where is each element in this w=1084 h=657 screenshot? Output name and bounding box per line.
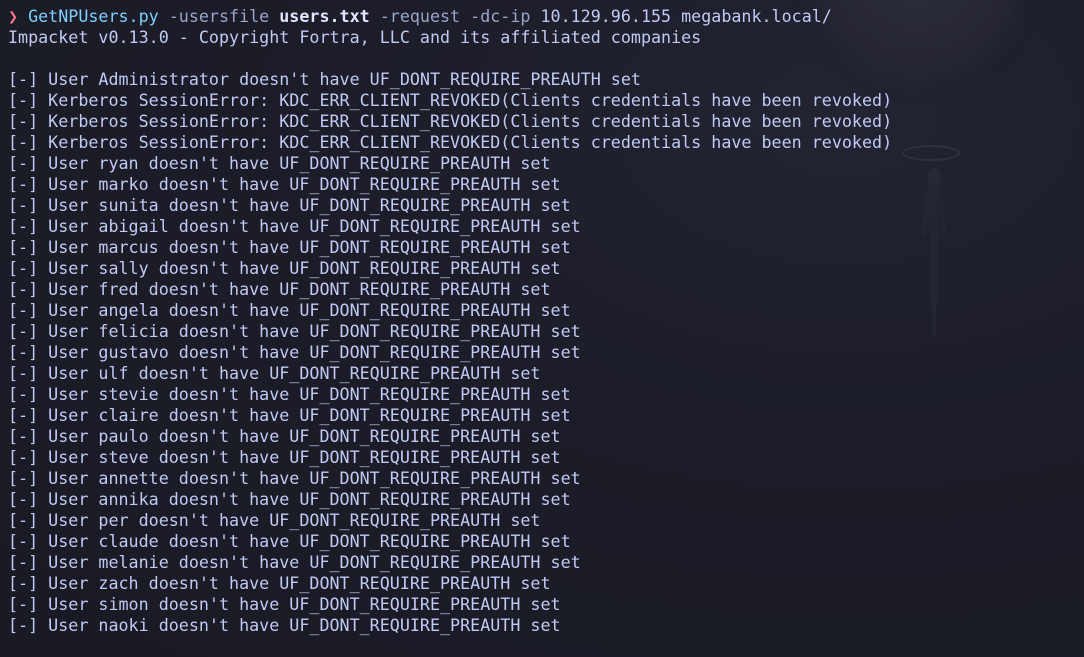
terminal-output: ❯ GetNPUsers.py -usersfile users.txt -re…: [8, 6, 892, 636]
output-line: [-] User felicia doesn't have UF_DONT_RE…: [8, 321, 581, 341]
output-line: [-] User marko doesn't have UF_DONT_REQU…: [8, 174, 561, 194]
output-line: [-] User marcus doesn't have UF_DONT_REQ…: [8, 237, 571, 257]
command-flag: -request: [379, 6, 461, 26]
output-line: [-] User steve doesn't have UF_DONT_REQU…: [8, 447, 561, 467]
output-line: [-] User gustavo doesn't have UF_DONT_RE…: [8, 342, 581, 362]
output-line: [-] User simon doesn't have UF_DONT_REQU…: [8, 594, 561, 614]
output-line: [-] User zach doesn't have UF_DONT_REQUI…: [8, 573, 551, 593]
command-argument: 10.129.96.155: [540, 6, 672, 26]
prompt-arrow-icon: ❯: [8, 6, 19, 26]
output-line: [-] User sally doesn't have UF_DONT_REQU…: [8, 258, 561, 278]
output-line: [-] User Administrator doesn't have UF_D…: [8, 69, 641, 89]
output-line: [-] User stevie doesn't have UF_DONT_REQ…: [8, 384, 571, 404]
command-argument: users.txt: [279, 6, 370, 26]
output-line: [-] User claude doesn't have UF_DONT_REQ…: [8, 531, 571, 551]
command-flag: -dc-ip: [470, 6, 531, 26]
output-line: [-] User claire doesn't have UF_DONT_REQ…: [8, 405, 571, 425]
output-line: [-] User sunita doesn't have UF_DONT_REQ…: [8, 195, 571, 215]
output-line: [-] User melanie doesn't have UF_DONT_RE…: [8, 552, 581, 572]
terminal-window[interactable]: ❯ GetNPUsers.py -usersfile users.txt -re…: [0, 0, 1084, 657]
output-line: [-] User annika doesn't have UF_DONT_REQ…: [8, 489, 571, 509]
output-line: [-] User fred doesn't have UF_DONT_REQUI…: [8, 279, 551, 299]
output-line: [-] User annette doesn't have UF_DONT_RE…: [8, 468, 581, 488]
output-lines: [-] User Administrator doesn't have UF_D…: [8, 69, 892, 636]
command-target: megabank.local/: [681, 6, 832, 26]
wallpaper-halo: [902, 145, 960, 161]
wallpaper-figure: [912, 165, 956, 340]
command-line: ❯ GetNPUsers.py -usersfile users.txt -re…: [8, 6, 892, 27]
command-flag: -usersfile: [168, 6, 270, 26]
output-line: [-] Kerberos SessionError: KDC_ERR_CLIEN…: [8, 132, 893, 152]
banner-line: Impacket v0.13.0 - Copyright Fortra, LLC…: [8, 27, 702, 47]
output-line: [-] User abigail doesn't have UF_DONT_RE…: [8, 216, 581, 236]
output-line: [-] User angela doesn't have UF_DONT_REQ…: [8, 300, 571, 320]
output-line: [-] Kerberos SessionError: KDC_ERR_CLIEN…: [8, 111, 893, 131]
output-line: [-] User naoki doesn't have UF_DONT_REQU…: [8, 615, 561, 635]
output-line: [-] Kerberos SessionError: KDC_ERR_CLIEN…: [8, 90, 893, 110]
output-line: [-] User paulo doesn't have UF_DONT_REQU…: [8, 426, 561, 446]
output-line: [-] User ulf doesn't have UF_DONT_REQUIR…: [8, 363, 541, 383]
output-line: [-] User ryan doesn't have UF_DONT_REQUI…: [8, 153, 551, 173]
command-name: GetNPUsers.py: [28, 6, 159, 26]
output-line: [-] User per doesn't have UF_DONT_REQUIR…: [8, 510, 541, 530]
